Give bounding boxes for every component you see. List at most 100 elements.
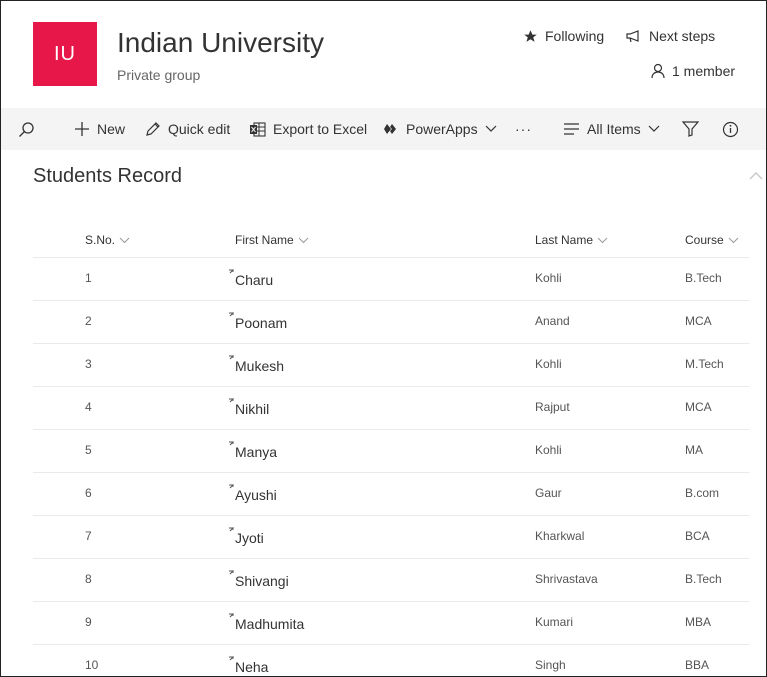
list-view-icon bbox=[563, 123, 580, 135]
cell-first-name[interactable]: Nikhil bbox=[235, 401, 269, 417]
following-button[interactable]: Following bbox=[523, 28, 604, 44]
new-item-icon bbox=[228, 307, 237, 325]
cell-course: B.Tech bbox=[685, 572, 722, 586]
scroll-up-icon[interactable] bbox=[749, 167, 763, 185]
chevron-down-icon bbox=[597, 233, 608, 247]
cell-sno: 1 bbox=[85, 271, 92, 285]
person-icon bbox=[651, 63, 665, 79]
members-button[interactable]: 1 member bbox=[651, 63, 735, 79]
cell-first-name[interactable]: Madhumita bbox=[235, 616, 304, 632]
table-row[interactable]: 8 Shivangi Shrivastava B.Tech bbox=[33, 558, 749, 602]
more-actions-button[interactable]: ··· bbox=[515, 108, 532, 150]
new-item-icon bbox=[228, 522, 237, 540]
cell-sno: 6 bbox=[85, 486, 92, 500]
column-header-sno[interactable]: S.No. bbox=[85, 233, 130, 247]
column-header-label: S.No. bbox=[85, 233, 116, 247]
pencil-icon bbox=[145, 121, 161, 137]
search-button[interactable] bbox=[18, 108, 35, 150]
powerapps-button[interactable]: PowerApps bbox=[383, 108, 497, 150]
new-label: New bbox=[97, 121, 126, 137]
table-row[interactable]: 1 Charu Kohli B.Tech bbox=[33, 257, 749, 301]
table-row[interactable]: 2 Poonam Anand MCA bbox=[33, 300, 749, 344]
cell-sno: 5 bbox=[85, 443, 92, 457]
cell-first-name[interactable]: Ayushi bbox=[235, 487, 277, 503]
cell-sno: 4 bbox=[85, 400, 92, 414]
cell-last-name: Kharkwal bbox=[535, 529, 585, 543]
cell-first-name[interactable]: Mukesh bbox=[235, 358, 284, 374]
chevron-down-icon bbox=[485, 125, 497, 133]
cell-last-name: Shrivastava bbox=[535, 572, 598, 586]
cell-last-name: Anand bbox=[535, 314, 570, 328]
megaphone-icon bbox=[626, 29, 642, 43]
new-item-icon bbox=[228, 264, 237, 282]
scrollbar[interactable] bbox=[749, 151, 766, 676]
next-steps-button[interactable]: Next steps bbox=[626, 28, 715, 44]
plus-icon bbox=[74, 121, 90, 137]
new-item-icon bbox=[228, 479, 237, 497]
column-header-last-name[interactable]: Last Name bbox=[535, 233, 608, 247]
cell-first-name[interactable]: Manya bbox=[235, 444, 277, 460]
new-button[interactable]: New bbox=[74, 108, 125, 150]
cell-sno: 2 bbox=[85, 314, 92, 328]
chevron-down-icon bbox=[648, 125, 660, 133]
filter-icon bbox=[682, 121, 699, 137]
chevron-down-icon bbox=[728, 233, 739, 247]
cell-course: MA bbox=[685, 443, 703, 457]
quick-edit-label: Quick edit bbox=[168, 121, 231, 137]
chevron-down-icon bbox=[298, 233, 309, 247]
cell-course: MCA bbox=[685, 400, 712, 414]
cell-course: MCA bbox=[685, 314, 712, 328]
cell-course: B.Tech bbox=[685, 271, 722, 285]
sharepoint-window: IU Indian University Private group Follo… bbox=[0, 0, 767, 677]
export-excel-button[interactable]: Export to Excel bbox=[249, 108, 367, 150]
info-button[interactable] bbox=[722, 108, 739, 150]
more-label: ··· bbox=[515, 121, 532, 137]
column-header-label: Course bbox=[685, 233, 724, 247]
chevron-down-icon bbox=[119, 233, 130, 247]
new-item-icon bbox=[228, 651, 237, 669]
table-row[interactable]: 4 Nikhil Rajput MCA bbox=[33, 386, 749, 430]
cell-last-name: Kohli bbox=[535, 271, 562, 285]
powerapps-icon bbox=[383, 122, 399, 136]
cell-last-name: Gaur bbox=[535, 486, 562, 500]
table-row[interactable]: 5 Manya Kohli MA bbox=[33, 429, 749, 473]
view-label: All Items bbox=[587, 121, 641, 137]
table-row[interactable]: 10 Neha Singh BBA bbox=[33, 644, 749, 676]
new-item-icon bbox=[228, 350, 237, 368]
new-item-icon bbox=[228, 436, 237, 454]
list-title: Students Record bbox=[33, 165, 182, 187]
filter-button[interactable] bbox=[682, 108, 699, 150]
cell-first-name[interactable]: Shivangi bbox=[235, 573, 289, 589]
table-row[interactable]: 3 Mukesh Kohli M.Tech bbox=[33, 343, 749, 387]
cell-first-name[interactable]: Charu bbox=[235, 272, 273, 288]
cell-sno: 10 bbox=[85, 658, 99, 672]
column-header-course[interactable]: Course bbox=[685, 233, 739, 247]
cell-course: M.Tech bbox=[685, 357, 724, 371]
cell-course: BCA bbox=[685, 529, 710, 543]
search-icon bbox=[18, 121, 35, 138]
column-header-first-name[interactable]: First Name bbox=[235, 233, 309, 247]
members-label: 1 member bbox=[672, 63, 736, 79]
cell-first-name[interactable]: Poonam bbox=[235, 315, 287, 331]
site-title[interactable]: Indian University bbox=[117, 27, 324, 59]
cell-sno: 7 bbox=[85, 529, 92, 543]
cell-last-name: Kumari bbox=[535, 615, 574, 629]
following-label: Following bbox=[545, 28, 605, 44]
cell-first-name[interactable]: Jyoti bbox=[235, 530, 264, 546]
quick-edit-button[interactable]: Quick edit bbox=[145, 108, 230, 150]
export-excel-label: Export to Excel bbox=[273, 121, 368, 137]
table-row[interactable]: 7 Jyoti Kharkwal BCA bbox=[33, 515, 749, 559]
view-selector[interactable]: All Items bbox=[563, 108, 660, 150]
table-row[interactable]: 6 Ayushi Gaur B.com bbox=[33, 472, 749, 516]
cell-last-name: Singh bbox=[535, 658, 566, 672]
table-row[interactable]: 9 Madhumita Kumari MBA bbox=[33, 601, 749, 645]
cell-first-name[interactable]: Neha bbox=[235, 659, 268, 675]
star-icon bbox=[523, 29, 538, 44]
cell-last-name: Rajput bbox=[535, 400, 570, 414]
site-logo[interactable]: IU bbox=[33, 22, 97, 86]
info-icon bbox=[722, 121, 739, 138]
cell-sno: 3 bbox=[85, 357, 92, 371]
command-bar: New Quick edit Export to Excel PowerApps… bbox=[1, 108, 766, 150]
cell-sno: 8 bbox=[85, 572, 92, 586]
powerapps-label: PowerApps bbox=[406, 121, 478, 137]
